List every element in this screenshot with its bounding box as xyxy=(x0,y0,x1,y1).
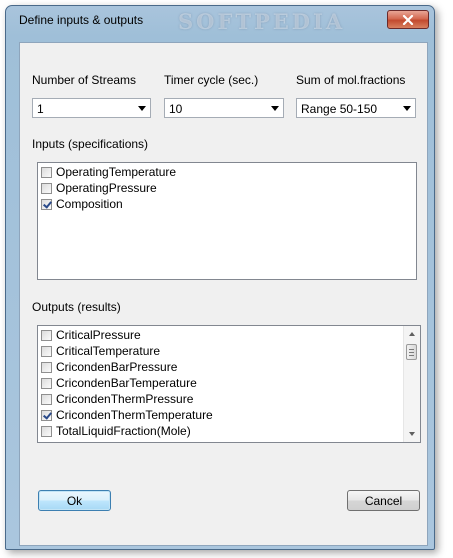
timer-label: Timer cycle (sec.) xyxy=(164,73,259,87)
outputs-list-item[interactable]: TotalLiquidFraction(Mole) xyxy=(41,423,191,439)
inputs-label: Inputs (specifications) xyxy=(32,137,149,151)
outputs-list-item[interactable]: CricondenBarTemperature xyxy=(41,375,197,391)
outputs-item-label: CricondenThermPressure xyxy=(56,392,194,406)
outputs-item-label: CriticalPressure xyxy=(56,328,141,342)
outputs-item-label: CricondenThermTemperature xyxy=(56,408,213,422)
checkbox[interactable] xyxy=(41,361,52,373)
molfrac-value: Range 50-150 xyxy=(301,102,378,116)
checkbox-checked[interactable] xyxy=(41,198,52,210)
outputs-item-label: CricondenBarPressure xyxy=(56,360,178,374)
close-icon xyxy=(402,14,414,25)
chevron-down-icon xyxy=(271,106,279,111)
checkbox[interactable] xyxy=(41,329,52,341)
outputs-scrollbar[interactable] xyxy=(403,326,420,442)
checkbox[interactable] xyxy=(41,377,52,389)
cancel-button[interactable]: Cancel xyxy=(347,490,420,511)
inputs-listbox[interactable]: OperatingTemperature OperatingPressure Com… xyxy=(37,162,417,280)
close-button[interactable] xyxy=(387,10,429,29)
timer-combobox[interactable]: 10 xyxy=(164,98,284,118)
inputs-list-item[interactable]: OperatingTemperature xyxy=(41,164,176,180)
checkbox[interactable] xyxy=(41,425,52,437)
outputs-item-label: CriticalTemperature xyxy=(56,344,161,358)
window-title: Define inputs & outputs xyxy=(19,13,144,27)
dialog-window: Define inputs & outputs SOFTPEDIA Number… xyxy=(5,5,435,550)
scroll-up-button[interactable] xyxy=(404,326,420,342)
chevron-down-icon xyxy=(403,106,411,111)
outputs-listbox[interactable]: CriticalPressure CriticalTemperature Crico… xyxy=(37,325,421,443)
molfrac-combobox[interactable]: Range 50-150 xyxy=(296,98,416,118)
inputs-list-item[interactable]: OperatingPressure xyxy=(41,180,157,196)
outputs-item-label: CricondenBarTemperature xyxy=(56,376,197,390)
streams-label: Number of Streams xyxy=(32,73,137,87)
outputs-item-label: TotalLiquidFraction(Mole) xyxy=(56,424,191,438)
checkbox[interactable] xyxy=(41,345,52,357)
checkbox[interactable] xyxy=(41,166,52,178)
streams-value: 1 xyxy=(37,102,44,116)
dialog-client-area: Number of Streams Timer cycle (sec.) Sum… xyxy=(19,42,428,546)
checkbox-checked[interactable] xyxy=(41,409,52,421)
outputs-label: Outputs (results) xyxy=(32,300,121,314)
scroll-down-button[interactable] xyxy=(404,426,420,442)
chevron-down-icon xyxy=(138,106,146,111)
outputs-list-item[interactable]: CricondenThermPressure xyxy=(41,391,193,407)
inputs-item-label: OperatingTemperature xyxy=(56,165,177,179)
ok-button[interactable]: Ok xyxy=(38,490,111,511)
checkbox[interactable] xyxy=(41,182,52,194)
outputs-list-item[interactable]: CriticalPressure xyxy=(41,327,141,343)
arrow-down-icon xyxy=(409,432,415,436)
checkbox[interactable] xyxy=(41,393,52,405)
inputs-item-label: OperatingPressure xyxy=(56,181,157,195)
outputs-list-item[interactable]: CriticalTemperature xyxy=(41,343,160,359)
streams-combobox[interactable]: 1 xyxy=(32,98,151,118)
inputs-list-item[interactable]: Composition xyxy=(41,196,123,212)
watermark-text: SOFTPEDIA xyxy=(178,9,346,34)
timer-value: 10 xyxy=(169,102,183,116)
inputs-item-label: Composition xyxy=(56,197,123,211)
arrow-up-icon xyxy=(409,332,415,336)
outputs-list-item[interactable]: CricondenBarPressure xyxy=(41,359,177,375)
title-bar[interactable]: Define inputs & outputs SOFTPEDIA xyxy=(6,6,434,34)
outputs-list-item[interactable]: CricondenThermTemperature xyxy=(41,407,213,423)
scroll-thumb[interactable] xyxy=(406,344,417,360)
molfrac-label: Sum of mol.fractions xyxy=(296,73,406,87)
